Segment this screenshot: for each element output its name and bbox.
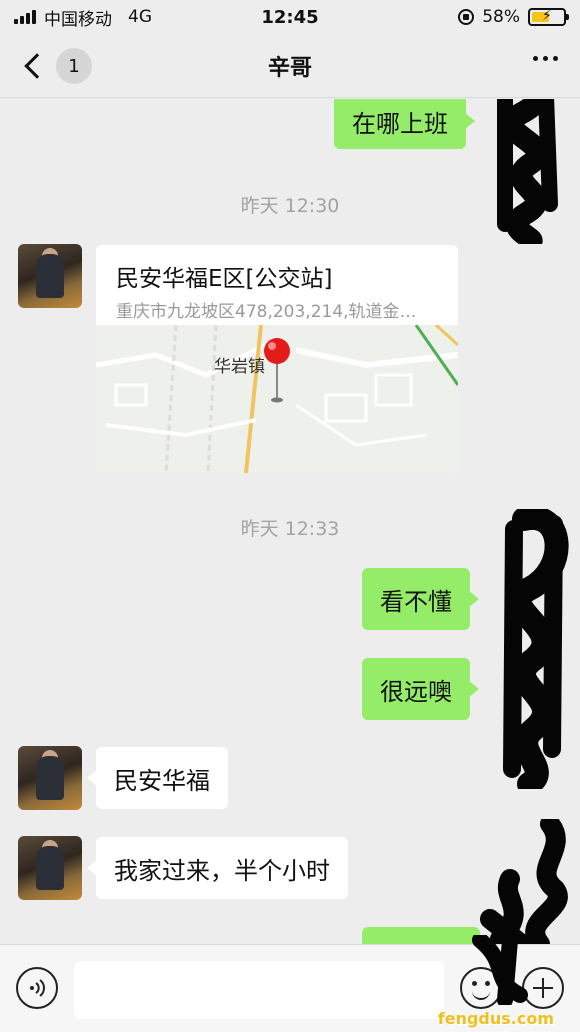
outgoing-message[interactable]: 很远噢 [362, 658, 479, 720]
redaction-scribble [497, 99, 558, 244]
contact-avatar[interactable] [18, 244, 82, 308]
chat-header: 1 辛哥 [0, 34, 580, 98]
contact-avatar[interactable] [18, 836, 82, 900]
voice-button[interactable] [16, 967, 58, 1009]
unread-count-badge: 1 [56, 48, 92, 84]
signal-icon [14, 10, 36, 24]
carrier-name: 中国移动 [44, 9, 112, 30]
network-type: 4G [128, 7, 152, 27]
redaction-scribble [472, 935, 528, 1005]
outgoing-message[interactable]: 看不懂 [362, 568, 479, 630]
timestamp: 昨天 12:33 [240, 518, 340, 540]
charging-bolt-icon: ⚡ [542, 8, 552, 24]
map-place-label: 华岩镇 [214, 357, 265, 377]
location-address: 重庆市九龙坡区478,203,214,轨道金… [116, 302, 417, 322]
rotation-lock-icon [458, 9, 475, 25]
location-message-card[interactable]: 民安华福E区[公交站] 重庆市九龙坡区478,203,214,轨道金… 华岩镇 [96, 245, 458, 473]
redaction-scribble [503, 509, 569, 789]
chevron-left-icon [24, 53, 50, 79]
battery-icon: ⚡ [528, 8, 569, 26]
more-dots-icon [533, 56, 538, 61]
redaction-scribble [480, 819, 568, 944]
message-input[interactable] [74, 961, 444, 1019]
status-right: 58% ⚡ [458, 7, 569, 27]
contact-name-title: 辛哥 [267, 55, 312, 81]
outgoing-message[interactable] [362, 927, 489, 944]
watermark: fengdus.com [437, 1009, 554, 1028]
location-map: 华岩镇 [96, 325, 458, 473]
contact-avatar[interactable] [18, 746, 82, 810]
outgoing-message[interactable]: 在哪上班 [334, 99, 475, 149]
back-button[interactable]: 1 [20, 48, 92, 84]
status-left: 中国移动 4G [14, 5, 152, 30]
voice-icon [30, 979, 45, 997]
chat-messages[interactable]: 在哪上班 昨天 12:30 民安华福E区[公交站] 重庆市九龙坡区478,203… [0, 99, 580, 944]
incoming-message[interactable]: 民安华福 [87, 747, 228, 809]
location-title: 民安华福E区[公交站] [116, 266, 333, 292]
status-bar: 中国移动 4G 12:45 58% ⚡ [0, 0, 580, 34]
more-button[interactable] [533, 56, 558, 61]
battery-percent: 58% [482, 7, 520, 27]
incoming-message[interactable]: 我家过来，半个小时 [87, 837, 348, 899]
